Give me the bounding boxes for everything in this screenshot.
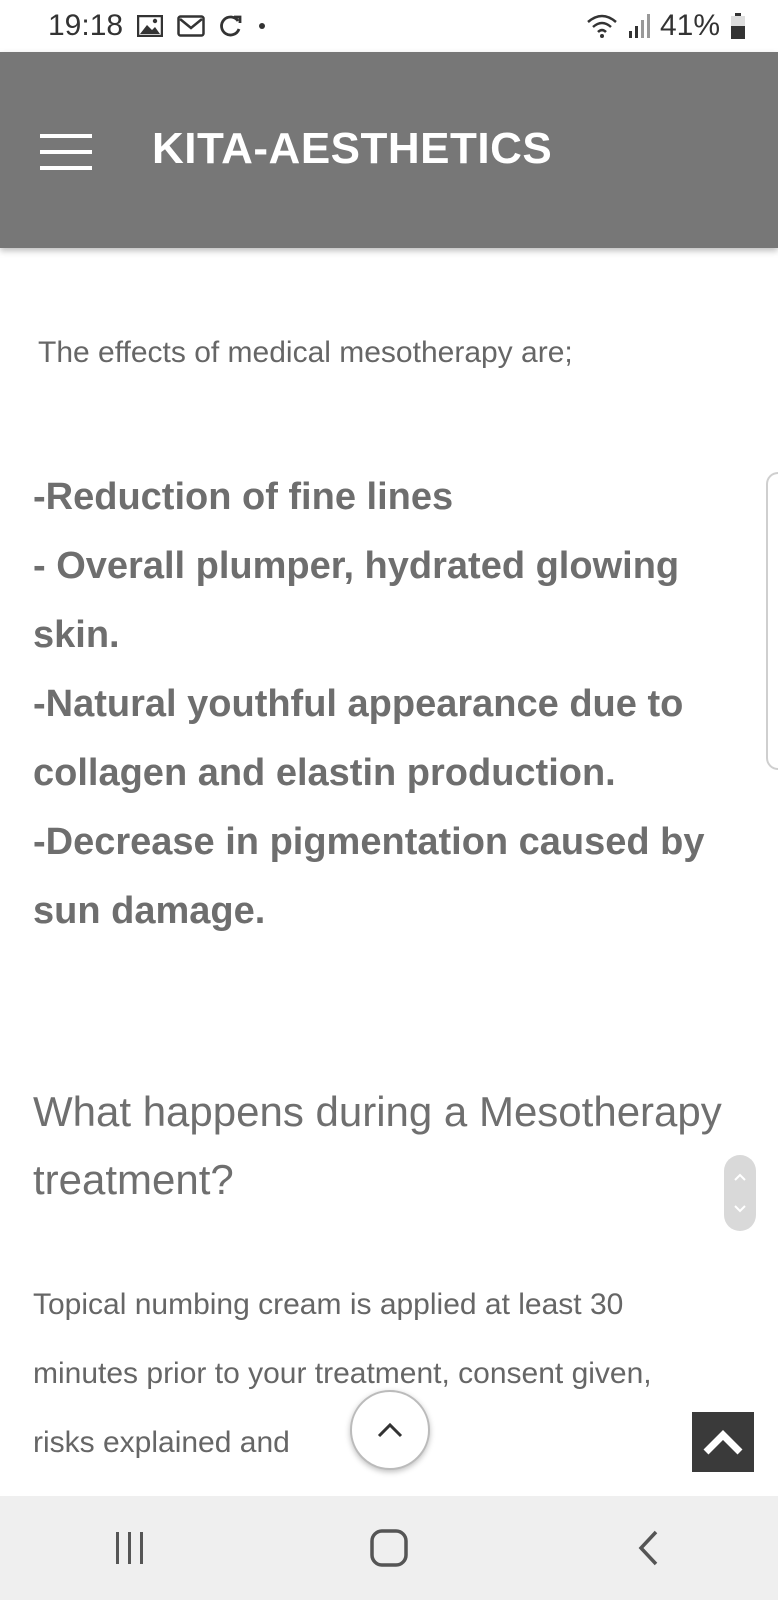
chevron-up-icon: [703, 1430, 743, 1455]
status-time: 19:18: [48, 9, 124, 42]
back-icon[interactable]: [608, 1518, 688, 1578]
scroll-pill[interactable]: [724, 1155, 756, 1231]
app-bar: KITA-AESTHETICS: [0, 52, 778, 248]
mail-icon: [177, 15, 205, 37]
body-line: Topical numbing cream is applied at leas…: [33, 1288, 624, 1321]
back-to-top-button[interactable]: [692, 1412, 754, 1472]
section-heading: What happens during a Mesotherapy treatm…: [33, 1078, 753, 1214]
effects-line: - Overall plumper, hydrated glowing: [33, 545, 680, 587]
image-icon: [137, 15, 164, 37]
chevron-up-icon: [734, 1173, 746, 1181]
wifi-icon: [586, 13, 618, 39]
heading-line: treatment?: [33, 1156, 234, 1203]
home-icon[interactable]: [349, 1518, 429, 1578]
effects-line: collagen and elastin production.: [33, 752, 616, 794]
heading-line: What happens during a Mesotherapy: [33, 1088, 722, 1135]
recent-apps-icon[interactable]: [90, 1518, 170, 1578]
back-to-top-round-button[interactable]: [350, 1390, 430, 1470]
chevron-down-icon: [734, 1205, 746, 1213]
battery-percent: 41%: [659, 9, 720, 42]
navigation-bar: [0, 1496, 778, 1600]
status-bar: 19:18 41%: [0, 0, 778, 52]
effects-line: -Reduction of fine lines: [33, 476, 454, 518]
signal-icon: [628, 13, 650, 39]
effects-list: -Reduction of fine lines - Overall plump…: [33, 463, 753, 946]
effects-line: -Decrease in pigmentation caused by: [33, 821, 705, 863]
status-right: 41%: [586, 9, 746, 43]
effects-line: sun damage.: [33, 890, 266, 932]
page-content: The effects of medical mesotherapy are; …: [0, 248, 778, 1496]
sync-icon: [219, 14, 243, 38]
edge-panel-handle[interactable]: [766, 472, 778, 770]
battery-icon: [730, 12, 746, 40]
dot-icon: [257, 21, 267, 31]
hamburger-menu-icon[interactable]: [40, 134, 92, 170]
effects-intro: The effects of medical mesotherapy are;: [38, 336, 573, 369]
effects-line: -Natural youthful appearance due to: [33, 683, 684, 725]
effects-line: skin.: [33, 614, 120, 656]
app-title: KITA-AESTHETICS: [152, 124, 553, 173]
chevron-up-icon: [377, 1422, 403, 1438]
status-left: 19:18: [48, 9, 267, 43]
